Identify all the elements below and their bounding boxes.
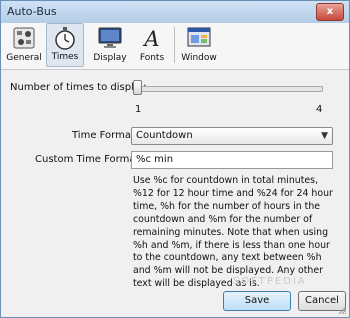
custom-time-format-input[interactable]: %c min — [131, 151, 333, 169]
tab-times-label: Times — [51, 52, 79, 62]
stopwatch-icon — [55, 27, 75, 50]
tab-times[interactable]: Times — [46, 23, 84, 67]
preferences-window: Auto-Bus x General Times Display A Fonts… — [0, 0, 350, 318]
font-icon: A — [142, 27, 159, 50]
watermark: SOFTPEDIA — [233, 276, 307, 287]
times-slider-track[interactable] — [135, 86, 323, 92]
monitor-icon — [98, 27, 122, 48]
save-button[interactable]: Save — [223, 291, 291, 311]
button-bar: Save Cancel — [1, 287, 349, 317]
toolbar-separator — [174, 27, 175, 63]
custom-time-format-label: Custom Time Format — [35, 154, 140, 165]
window-title: Auto-Bus — [7, 5, 57, 18]
tab-window[interactable]: Window — [179, 23, 219, 67]
time-format-value: Countdown — [136, 130, 193, 141]
window-icon — [187, 27, 211, 47]
tab-display-label: Display — [93, 53, 127, 63]
times-slider-thumb[interactable] — [133, 80, 142, 95]
slider-max-label: 4 — [316, 104, 323, 115]
tab-fonts[interactable]: A Fonts — [134, 23, 170, 67]
tab-general-label: General — [6, 53, 42, 63]
toolbar: General Times Display A Fonts Window — [1, 23, 349, 70]
tab-general[interactable]: General — [5, 23, 43, 67]
tab-fonts-label: Fonts — [139, 53, 165, 63]
format-help-text: Use %c for countdown in total minutes, %… — [133, 175, 333, 290]
close-button[interactable]: x — [316, 3, 344, 21]
resize-grip-icon[interactable] — [337, 305, 347, 315]
times-to-display-label: Number of times to display — [10, 82, 146, 93]
general-icon — [13, 27, 35, 49]
tab-display[interactable]: Display — [89, 23, 131, 67]
chevron-down-icon: ▼ — [321, 131, 328, 141]
tab-window-label: Window — [181, 53, 217, 63]
time-format-select[interactable]: Countdown ▼ — [131, 127, 333, 145]
title-bar[interactable]: Auto-Bus x — [1, 1, 349, 24]
slider-min-label: 1 — [135, 104, 142, 115]
time-format-label: Time Format — [72, 130, 135, 141]
svg-text:A: A — [142, 27, 159, 50]
